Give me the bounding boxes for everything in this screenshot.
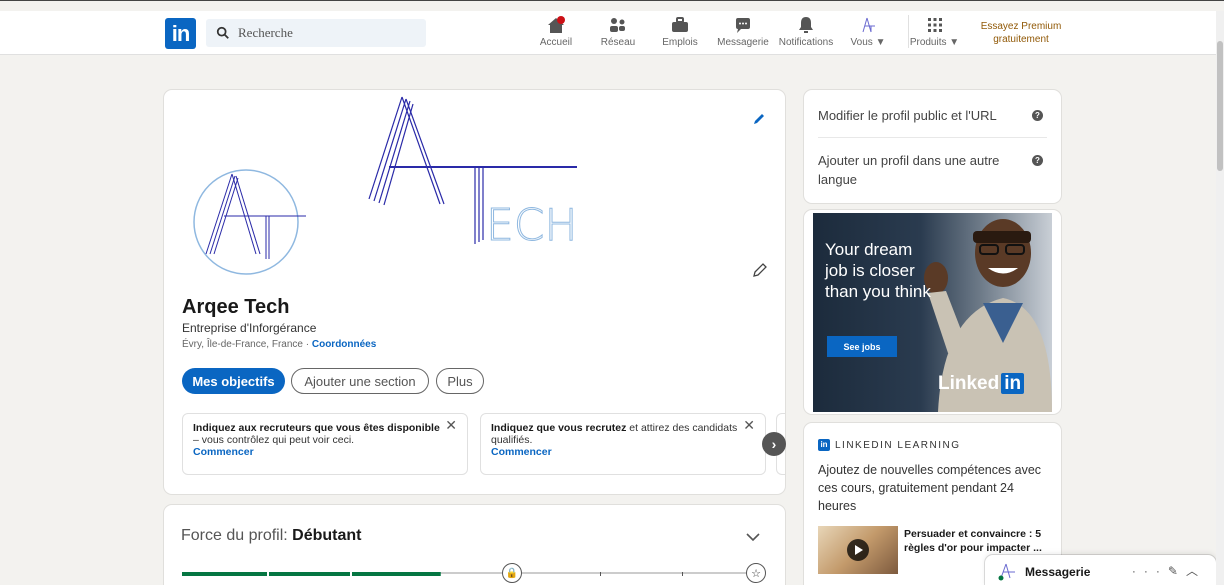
course-title[interactable]: Persuader et convaincre : 5 règles d'or …: [904, 527, 1054, 555]
learning-heading: in LINKEDIN LEARNING: [818, 439, 961, 451]
hint1-bold: Indiquez aux recruteurs que vous êtes di…: [193, 422, 440, 434]
window-top-edge: [0, 0, 1224, 10]
premium-line1: Essayez Premium: [980, 21, 1062, 32]
search-icon: [216, 26, 229, 39]
edit-banner-icon[interactable]: [752, 112, 766, 126]
hint1-text: – vous contrôlez qui peut voir ceci.: [193, 434, 355, 446]
edit-intro-icon[interactable]: [752, 262, 768, 278]
hint1-start-link[interactable]: Commencer: [193, 446, 457, 458]
learning-description: Ajoutez de nouvelles compétences avec ce…: [818, 463, 1042, 513]
home-icon: [548, 16, 565, 33]
nav-label-notifications: Notifications: [778, 37, 834, 48]
progress-divider: [682, 572, 683, 576]
bell-icon: [799, 17, 813, 33]
add-section-button[interactable]: Ajouter une section: [291, 368, 429, 394]
progress-divider: [267, 572, 269, 576]
top-navigation: in Recherche Accueil Réseau Emplois Mess…: [0, 11, 1216, 55]
messaging-bar[interactable]: Messagerie ···✎︿: [985, 555, 1216, 585]
learning-heading-text: LINKEDIN LEARNING: [835, 439, 961, 451]
nav-network[interactable]: Réseau: [598, 15, 638, 48]
nav-label-products: Produits: [909, 37, 947, 48]
nav-label-me: Vous: [850, 37, 873, 48]
premium-link[interactable]: Essayez Premium gratuitement: [976, 20, 1066, 46]
messaging-label: Messagerie: [1025, 565, 1091, 579]
profile-strength-card: Force du profil: Débutant 🔒 ☆: [164, 505, 785, 585]
help-icon[interactable]: ?: [1032, 155, 1043, 166]
nav-home[interactable]: Accueil: [536, 15, 576, 48]
ad-logo-in: in: [1001, 373, 1025, 394]
nav-jobs[interactable]: Emplois: [660, 15, 700, 48]
avatar-icon: [862, 17, 875, 33]
profile-card: ECH Arqee Tech Entreprise d'Inforgérance…: [164, 90, 785, 494]
premium-line2: gratuitement: [993, 34, 1049, 45]
network-icon: [610, 18, 625, 32]
linkedin-logo-icon[interactable]: in: [165, 18, 196, 49]
chevron-up-icon[interactable]: ︿: [1186, 564, 1206, 578]
profile-settings-card: Modifier le profil public et l'URL ? Ajo…: [804, 90, 1061, 203]
star-icon: ☆: [746, 563, 766, 583]
close-icon[interactable]: ✕: [445, 418, 457, 432]
nav-label-network: Réseau: [600, 37, 636, 48]
nav-me[interactable]: Vous ▼: [848, 15, 888, 48]
add-language-profile-link[interactable]: Ajouter un profil dans une autre langue: [818, 151, 1018, 189]
strength-label: Force du profil: Débutant: [181, 527, 362, 545]
page-scrollbar[interactable]: [1216, 11, 1224, 585]
nav-products[interactable]: Produits ▼: [908, 15, 960, 48]
more-options-icon[interactable]: ···: [1132, 564, 1168, 578]
progress-divider: [350, 572, 352, 576]
messaging-actions: ···✎︿: [1132, 562, 1206, 579]
ad-card: Your dream job is closer than you think …: [804, 210, 1061, 414]
strength-level: Débutant: [292, 527, 362, 544]
search-placeholder: Recherche: [238, 25, 293, 40]
help-icon[interactable]: ?: [1032, 110, 1043, 121]
course-thumbnail[interactable]: [818, 526, 898, 574]
nav-messaging[interactable]: Messagerie: [716, 15, 770, 48]
divider: [818, 137, 1047, 138]
me-dropdown-icon: ▼: [875, 37, 886, 48]
compose-icon[interactable]: ✎: [1168, 564, 1186, 578]
carousel-next-button[interactable]: ›: [762, 432, 786, 456]
play-icon: [847, 539, 869, 561]
nav-notifications[interactable]: Notifications: [776, 15, 836, 48]
hint2-bold: recrutez: [585, 422, 627, 434]
nav-label-messaging: Messagerie: [717, 37, 769, 48]
contact-info-link[interactable]: Coordonnées: [312, 339, 376, 350]
strength-progress-fill: [182, 572, 441, 576]
profile-location: Évry, Île-de-France, France · Coordonnée…: [182, 339, 376, 350]
nav-label-home: Accueil: [539, 37, 573, 48]
nav-label-jobs: Emplois: [662, 37, 698, 48]
lock-icon: 🔒: [502, 563, 522, 583]
progress-divider: [600, 572, 601, 576]
chat-icon: [736, 18, 750, 33]
scrollbar-thumb[interactable]: [1217, 41, 1223, 171]
hint2-start-link[interactable]: Commencer: [491, 446, 755, 458]
hint-hiring: Indiquez que vous recrutez et attirez de…: [480, 413, 766, 475]
ad-logo-word: Linked: [938, 373, 1000, 394]
location-text: Évry, Île-de-France, France ·: [182, 339, 310, 350]
ad-image[interactable]: Your dream job is closer than you think …: [813, 213, 1052, 412]
strength-prefix: Force du profil:: [181, 527, 288, 544]
close-icon[interactable]: ✕: [743, 418, 755, 432]
briefcase-icon: [672, 17, 688, 32]
chevron-down-icon[interactable]: [745, 529, 761, 545]
ad-headline: Your dream job is closer than you think: [825, 240, 931, 301]
profile-name: Arqee Tech: [182, 296, 290, 318]
open-to-button[interactable]: Mes objectifs: [182, 368, 285, 394]
strength-progress-bar: [182, 572, 757, 576]
search-input[interactable]: Recherche: [206, 19, 426, 47]
grid-icon: [927, 18, 942, 32]
messaging-avatar-icon: [998, 563, 1015, 581]
see-jobs-button[interactable]: See jobs: [827, 336, 897, 357]
company-logo-text: ECH: [486, 200, 578, 251]
hint2-prefix: Indiquez que vous: [491, 422, 583, 434]
profile-tagline: Entreprise d'Inforgérance: [182, 321, 317, 335]
linkedin-ad-logo: Linked in: [938, 373, 1025, 395]
linkedin-small-logo-icon: in: [818, 439, 830, 451]
hint-open-to-work: Indiquez aux recruteurs que vous êtes di…: [182, 413, 468, 475]
products-dropdown-icon: ▼: [949, 37, 960, 48]
edit-public-profile-link[interactable]: Modifier le profil public et l'URL: [818, 106, 1008, 125]
more-button[interactable]: Plus: [436, 368, 484, 394]
company-logo: ECH: [193, 96, 578, 275]
